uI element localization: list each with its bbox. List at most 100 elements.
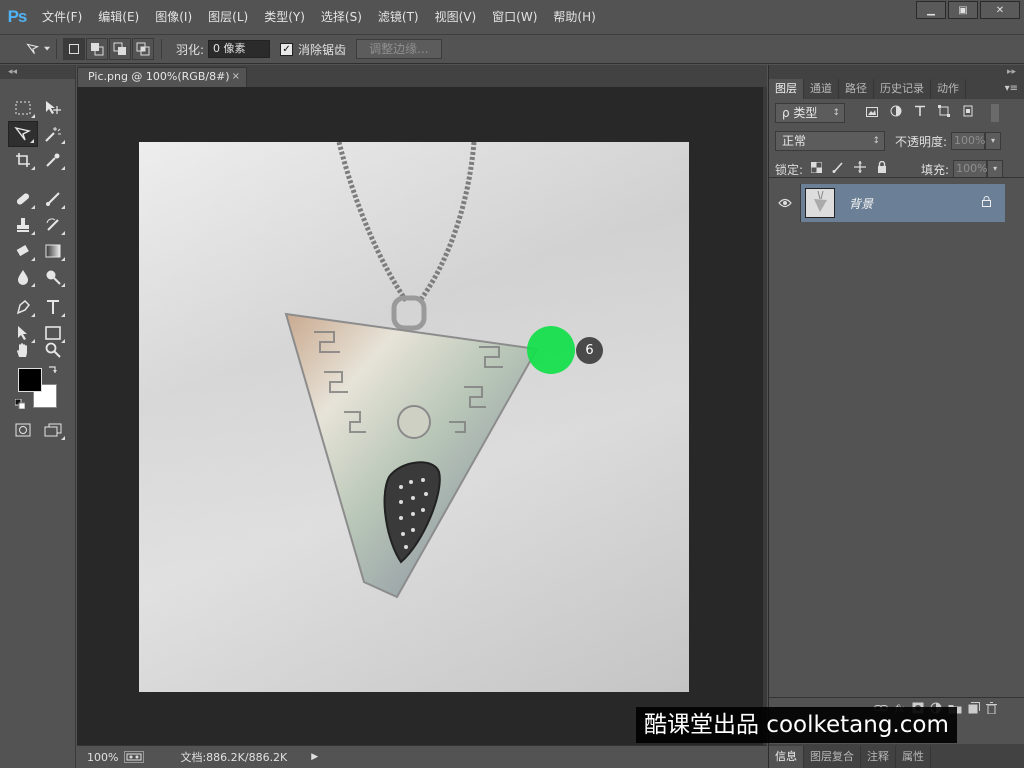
polygonal-lasso-icon	[26, 43, 40, 54]
pen-tool[interactable]	[8, 294, 38, 320]
toolbox-collapse-button[interactable]: ◂◂	[0, 65, 75, 79]
menu-view[interactable]: 视图(V)	[427, 0, 485, 34]
default-colors-icon[interactable]	[14, 398, 26, 412]
menu-help[interactable]: 帮助(H)	[545, 0, 603, 34]
separator	[161, 39, 162, 59]
new-layer-icon[interactable]	[968, 702, 980, 717]
menu-file[interactable]: 文件(F)	[34, 0, 90, 34]
history-brush-tool[interactable]	[38, 212, 68, 238]
close-tab-icon[interactable]: ×	[232, 68, 240, 86]
delete-layer-icon[interactable]	[986, 702, 997, 717]
type-filter-icon[interactable]	[911, 104, 929, 122]
add-to-selection-button[interactable]	[86, 38, 108, 60]
type-tool[interactable]	[38, 294, 68, 320]
shape-filter-icon[interactable]	[935, 104, 953, 122]
pen-icon	[16, 299, 31, 315]
brush-tool[interactable]	[38, 186, 68, 212]
adjustment-filter-icon[interactable]	[887, 104, 905, 122]
new-selection-button[interactable]	[63, 38, 85, 60]
quick-mask-button[interactable]	[8, 417, 38, 443]
menu-filter[interactable]: 滤镜(T)	[370, 0, 427, 34]
panel-collapse-button[interactable]: ▸▸	[1007, 65, 1016, 79]
layer-filter-select[interactable]: ρ 类型	[775, 103, 845, 123]
close-button[interactable]: ✕	[980, 1, 1020, 19]
eyedropper-tool[interactable]	[38, 147, 68, 173]
tab-history[interactable]: 历史记录	[874, 79, 931, 99]
lock-position-icon[interactable]	[851, 160, 869, 178]
smart-object-filter-icon[interactable]	[959, 104, 977, 122]
status-menu-arrow[interactable]: ▶	[311, 752, 318, 762]
menu-layer[interactable]: 图层(L)	[200, 0, 256, 34]
tab-layers[interactable]: 图层	[769, 79, 804, 99]
document-size: 文档:886.2K/886.2K	[180, 751, 288, 764]
layer-name: 背景	[849, 196, 874, 211]
canvas-scrollbar[interactable]	[763, 87, 767, 745]
tab-layer-comps[interactable]: 图层复合	[804, 746, 861, 768]
menu-image[interactable]: 图像(I)	[147, 0, 200, 34]
panel-menu-icon[interactable]: ▾≡	[1005, 79, 1018, 99]
document-canvas[interactable]	[139, 142, 689, 692]
eraser-tool[interactable]	[8, 238, 38, 264]
layer-row[interactable]: 背景	[769, 184, 1005, 222]
layer-body[interactable]: 背景	[801, 184, 1005, 222]
eyedropper-icon	[46, 153, 60, 167]
minimize-button[interactable]: ▁	[916, 1, 946, 19]
clone-stamp-tool[interactable]	[8, 212, 38, 238]
hand-icon	[17, 343, 27, 357]
tab-actions[interactable]: 动作	[931, 79, 966, 99]
menu-select[interactable]: 选择(S)	[313, 0, 370, 34]
feather-input[interactable]: 0 像素	[208, 40, 271, 58]
subtract-from-selection-button[interactable]	[109, 38, 131, 60]
panel-tabs: 图层 通道 路径 历史记录 动作 ▾≡	[769, 79, 1024, 99]
document-tab[interactable]: Pic.png @ 100%(RGB/8#) ×	[77, 67, 247, 87]
polygonal-lasso-tool[interactable]	[8, 121, 38, 147]
zoom-tool[interactable]	[38, 337, 68, 363]
blend-mode-select[interactable]: 正常	[775, 131, 885, 151]
screen-mode-button[interactable]	[38, 417, 68, 443]
tab-channels[interactable]: 通道	[804, 79, 839, 99]
tab-notes[interactable]: 注释	[861, 746, 896, 768]
marquee-icon	[15, 101, 31, 115]
lock-all-icon[interactable]	[873, 160, 891, 178]
step-marker	[527, 326, 575, 374]
lock-transparent-icon[interactable]	[807, 160, 825, 178]
foreground-color-swatch[interactable]	[18, 368, 42, 392]
blur-tool[interactable]	[8, 264, 38, 290]
gradient-tool[interactable]	[38, 238, 68, 264]
refine-edge-button[interactable]: 调整边缘...	[356, 39, 442, 59]
canvas-area[interactable]: 6	[77, 87, 763, 745]
tab-paths[interactable]: 路径	[839, 79, 874, 99]
lock-pixels-icon[interactable]	[829, 160, 847, 178]
dodge-tool[interactable]	[38, 264, 68, 290]
menu-type[interactable]: 类型(Y)	[256, 0, 313, 34]
hand-tool[interactable]	[8, 337, 38, 363]
antialias-checkbox[interactable]: ✓	[280, 42, 294, 56]
fill-dropdown[interactable]: ▾	[987, 160, 1004, 178]
move-icon	[46, 101, 61, 114]
opacity-label: 不透明度:	[895, 134, 948, 149]
healing-brush-tool[interactable]	[8, 186, 38, 212]
magic-wand-tool[interactable]	[38, 121, 68, 147]
gradient-icon	[45, 244, 61, 258]
rectangular-marquee-tool[interactable]	[8, 95, 38, 121]
image-filter-icon[interactable]	[863, 104, 881, 122]
menu-window[interactable]: 窗口(W)	[484, 0, 545, 34]
swap-colors-icon[interactable]	[48, 364, 58, 377]
menu-edit[interactable]: 编辑(E)	[90, 0, 147, 34]
intersect-selection-button[interactable]	[132, 38, 154, 60]
tab-info[interactable]: 信息	[769, 746, 804, 768]
zoom-level[interactable]: 100%	[87, 751, 118, 764]
opacity-input[interactable]: 100%	[951, 132, 986, 150]
feather-label: 羽化:	[176, 42, 205, 57]
maximize-button[interactable]: ▣	[948, 1, 978, 19]
filter-toggle[interactable]	[991, 104, 999, 122]
visibility-toggle[interactable]	[769, 184, 801, 222]
zoom-preview-icon[interactable]	[124, 751, 145, 763]
fill-input[interactable]: 100%	[953, 160, 988, 178]
menu-bar: Ps 文件(F) 编辑(E) 图像(I) 图层(L) 类型(Y) 选择(S) 滤…	[0, 0, 1024, 34]
tool-preset-picker[interactable]	[6, 38, 50, 60]
tab-properties[interactable]: 属性	[896, 746, 931, 768]
crop-tool[interactable]	[8, 147, 38, 173]
move-tool[interactable]	[38, 95, 68, 121]
opacity-dropdown[interactable]: ▾	[985, 132, 1002, 150]
